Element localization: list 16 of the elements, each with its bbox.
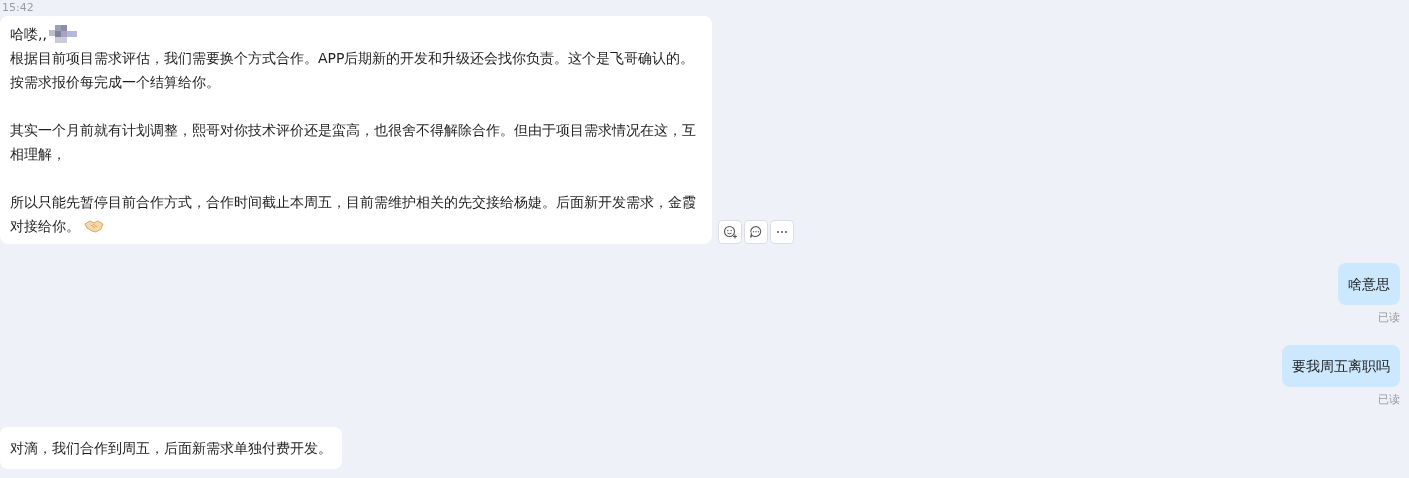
message-text: 对滴，我们合作到周五，后面新需求单独付费开发。	[10, 439, 332, 458]
handshake-icon	[84, 219, 104, 233]
timestamp: 15:42	[1, 0, 34, 16]
read-status: 已读	[1378, 311, 1400, 325]
emoji-reaction-button[interactable]	[718, 220, 742, 244]
message-text: 所以只能先暂停目前合作方式，合作时间截止本周五，目前需维护相关的先交接给杨婕。后面新开发需求，金霞对接给你。	[10, 193, 697, 236]
blurred-name	[48, 25, 79, 43]
read-status: 已读	[1378, 393, 1400, 407]
message-text: 啥意思	[1348, 275, 1390, 294]
message-text: 根据目前项目需求评估，我们需要换个方式合作。APP后期新的开发和升级还会找你负责。这个是飞哥确认的。按需求报价每完成一个结算给你。	[10, 49, 696, 92]
speech-bubble-icon	[749, 225, 763, 239]
reply-button[interactable]	[744, 220, 768, 244]
message-text: 哈喽,,	[10, 25, 47, 44]
message-text: 要我周五离职吗	[1292, 357, 1390, 376]
message-text: 其实一个月前就有计划调整，熙哥对你技术评价还是蛮高，也很舍不得解除合作。但由于项目需求情况在这，互相理解，	[10, 121, 697, 164]
smiley-plus-icon	[723, 225, 737, 239]
